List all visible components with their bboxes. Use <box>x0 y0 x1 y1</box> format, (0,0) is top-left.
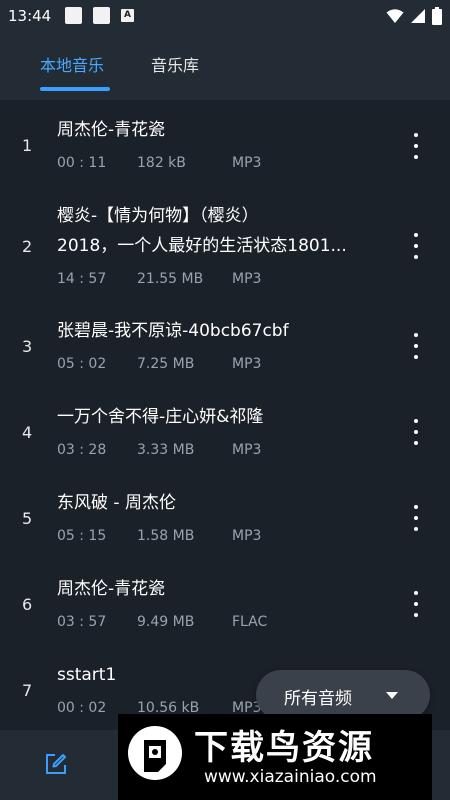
watermark-title: 下载鸟资源 <box>194 728 374 768</box>
battery-icon <box>432 7 442 25</box>
track-duration: 14 : 57 <box>57 271 107 287</box>
track-index: 7 <box>22 681 33 700</box>
track-meta: 05 : 15 1.58 MB MP3 <box>57 528 261 544</box>
track-index: 2 <box>22 237 33 256</box>
track-meta: 14 : 57 21.55 MB MP3 <box>57 271 261 287</box>
audio-filter-label: 所有音频 <box>284 689 352 709</box>
track-title: 樱炎-【情为何物】（樱炎） <box>57 206 259 226</box>
track-duration: 05 : 15 <box>57 528 107 544</box>
track-title: 张碧晨-我不原谅-40bcb67cbf <box>57 321 289 341</box>
track-meta: 05 : 02 7.25 MB MP3 <box>57 356 261 372</box>
track-meta: 00 : 11 182 kB MP3 <box>57 155 261 171</box>
status-bar: 13:44 A <box>0 0 450 32</box>
more-options-icon[interactable] <box>404 233 428 259</box>
tab-local-music[interactable]: 本地音乐 <box>40 52 104 76</box>
more-options-icon[interactable] <box>404 333 428 359</box>
track-index: 6 <box>22 595 33 614</box>
track-size: 182 kB <box>137 155 186 171</box>
track-index: 4 <box>22 423 33 442</box>
track-index: 5 <box>22 509 33 528</box>
caret-down-icon <box>386 692 398 699</box>
track-meta: 03 : 57 9.49 MB FLAC <box>57 614 267 630</box>
track-title: 周杰伦-青花瓷 <box>57 120 166 140</box>
track-format: MP3 <box>232 155 262 171</box>
track-format: MP3 <box>232 528 262 544</box>
track-row[interactable]: 3 张碧晨-我不原谅-40bcb67cbf 05 : 02 7.25 MB MP3 <box>0 303 450 389</box>
font-a-icon: A <box>121 9 134 22</box>
track-title: 周杰伦-青花瓷 <box>57 579 166 599</box>
more-options-icon[interactable] <box>404 133 428 159</box>
audio-filter-dropdown[interactable]: 所有音频 <box>256 670 430 720</box>
active-tab-indicator <box>40 87 110 91</box>
track-title-line2: 2018，一个人最好的生活状态1801... <box>57 236 347 256</box>
track-title: 一万个舍不得-庄心妍&祁隆 <box>57 407 264 427</box>
track-size: 1.58 MB <box>137 528 195 544</box>
watermark-url: www.xiazainiao.com <box>204 767 377 787</box>
wifi-icon <box>386 9 404 23</box>
track-index: 3 <box>22 337 33 356</box>
track-row[interactable]: 4 一万个舍不得-庄心妍&祁隆 03 : 28 3.33 MB MP3 <box>0 389 450 475</box>
track-size: 9.49 MB <box>137 614 195 630</box>
track-meta: 03 : 28 3.33 MB MP3 <box>57 442 261 458</box>
edit-icon[interactable] <box>44 752 68 776</box>
status-right <box>386 6 442 26</box>
track-duration: 00 : 11 <box>57 155 107 171</box>
track-list[interactable]: 1 周杰伦-青花瓷 00 : 11 182 kB MP3 2 樱炎-【情为何物】（樱… <box>0 100 450 730</box>
status-time: 13:44 <box>8 7 52 25</box>
track-row[interactable]: 2 樱炎-【情为何物】（樱炎） 2018，一个人最好的生活状态1801... 1… <box>0 187 450 303</box>
track-row[interactable]: 5 东风破 - 周杰伦 05 : 15 1.58 MB MP3 <box>0 475 450 561</box>
track-title: 东风破 - 周杰伦 <box>57 493 176 513</box>
watermark: 下载鸟资源 www.xiazainiao.com <box>118 714 432 800</box>
track-format: MP3 <box>232 356 262 372</box>
more-options-icon[interactable] <box>404 419 428 445</box>
track-duration: 03 : 28 <box>57 442 107 458</box>
bird-logo-icon <box>128 726 182 780</box>
tab-bar: 本地音乐 音乐库 <box>0 40 450 100</box>
track-duration: 05 : 02 <box>57 356 107 372</box>
track-row[interactable]: 6 周杰伦-青花瓷 03 : 57 9.49 MB FLAC <box>0 561 450 647</box>
square-icon <box>93 7 110 24</box>
signal-icon <box>411 9 425 23</box>
track-format: MP3 <box>232 442 262 458</box>
track-size: 3.33 MB <box>137 442 195 458</box>
more-options-icon[interactable] <box>404 505 428 531</box>
square-icon <box>65 7 82 24</box>
track-size: 7.25 MB <box>137 356 195 372</box>
more-options-icon[interactable] <box>404 591 428 617</box>
track-format: FLAC <box>232 614 268 630</box>
track-size: 21.55 MB <box>137 271 204 287</box>
app-header: 13:44 A 本地音乐 音乐库 <box>0 0 450 100</box>
tab-music-library[interactable]: 音乐库 <box>151 52 199 76</box>
track-row[interactable]: 1 周杰伦-青花瓷 00 : 11 182 kB MP3 <box>0 100 450 187</box>
track-format: MP3 <box>232 271 262 287</box>
track-index: 1 <box>22 136 33 155</box>
track-duration: 03 : 57 <box>57 614 107 630</box>
